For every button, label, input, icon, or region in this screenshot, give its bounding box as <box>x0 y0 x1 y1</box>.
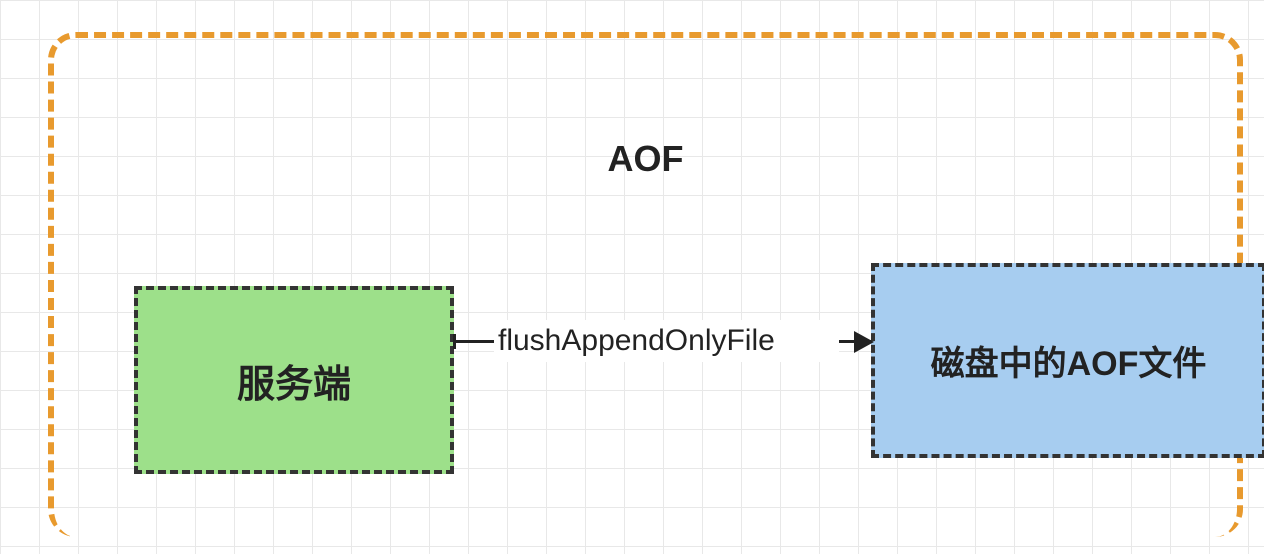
aof-container: AOF 服务端 磁盘中的AOF文件 flushAppendOnlyFile <box>48 32 1243 537</box>
server-box: 服务端 <box>134 286 454 474</box>
diagram-title: AOF <box>608 138 684 180</box>
arrow-head-icon <box>854 331 874 353</box>
arrow-label: flushAppendOnlyFile <box>498 324 775 358</box>
aof-file-box: 磁盘中的AOF文件 <box>871 263 1264 458</box>
aof-file-label: 磁盘中的AOF文件 <box>931 336 1207 385</box>
server-label: 服务端 <box>237 353 351 408</box>
